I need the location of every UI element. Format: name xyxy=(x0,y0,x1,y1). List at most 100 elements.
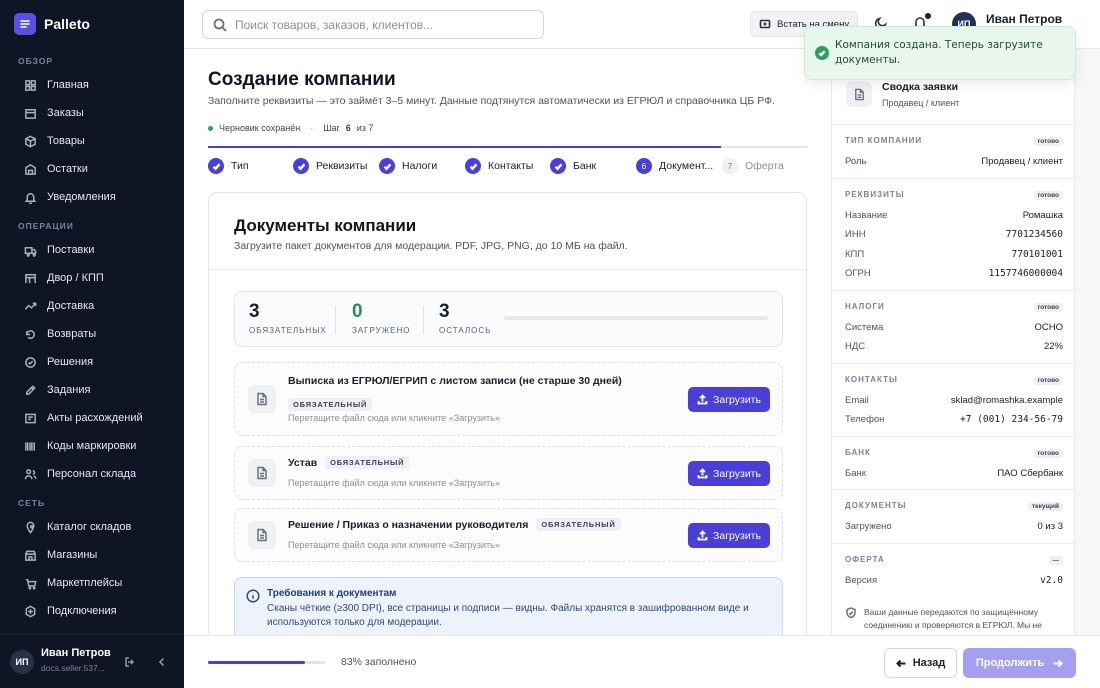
summary-subtitle: Продавец / клиент xyxy=(882,98,960,108)
sidebar-item[interactable]: Маркетплейсы xyxy=(24,573,122,593)
sidebar-item-icon xyxy=(24,192,37,204)
sidebar-item-icon xyxy=(25,79,36,91)
document-slot[interactable]: Решение / Приказ о назначении руководите… xyxy=(234,508,783,562)
summary-panel: Сводка заявки Продавец / клиент ТИП КОМП… xyxy=(831,49,1075,635)
summary-row: ИНН 7701234560 xyxy=(845,229,1063,240)
sidebar-item[interactable]: Каталог складов xyxy=(24,517,131,537)
main-content: Создание компании Заполните реквизиты — … xyxy=(184,49,831,688)
summary-key: НДС xyxy=(845,341,866,352)
sidebar-item[interactable]: Товары xyxy=(24,131,85,151)
sidebar-item[interactable]: Возвраты xyxy=(24,324,96,344)
step-number: 7 xyxy=(722,158,738,174)
upload-button[interactable]: Загрузить xyxy=(688,523,770,548)
summary-section: РЕКВИЗИТЫ готово Название Ромашка ИНН 7701234… xyxy=(832,177,1074,290)
sidebar-item[interactable]: Заказы xyxy=(24,103,84,123)
stat-uploaded: 0 ЗАГРУЖЕНО xyxy=(352,301,410,335)
sidebar-item[interactable]: Задания xyxy=(24,380,90,400)
collapse-sidebar-icon[interactable] xyxy=(156,656,168,668)
document-slot[interactable]: Устав ОБЯЗАТЕЛЬНЫЙ Перетащите файл сюда … xyxy=(234,446,783,500)
notification-dot xyxy=(925,13,931,19)
required-badge: ОБЯЗАТЕЛЬНЫЙ xyxy=(536,518,621,531)
upload-icon xyxy=(697,530,708,541)
divider xyxy=(209,269,806,270)
stat-value: 0 xyxy=(352,301,363,322)
upload-progress-bar xyxy=(504,316,768,320)
upload-button[interactable]: Загрузить xyxy=(688,461,770,486)
summary-row: Роль Продавец / клиент xyxy=(845,156,1063,167)
summary-value: 7701234560 xyxy=(1005,229,1063,240)
sidebar-item[interactable]: Коды маркировки xyxy=(24,436,136,456)
summary-value: 770101001 xyxy=(1011,248,1063,260)
stepper-step[interactable]: Реквизиты xyxy=(293,158,367,174)
logo[interactable]: Palleto xyxy=(14,13,90,35)
upload-button[interactable]: Загрузить xyxy=(688,387,770,412)
summary-section: БАНК готово Банк ПАО Сбербанк xyxy=(832,435,1074,490)
sidebar: Palleto ОБЗОР Главная Заказы Товары Остатки У… xyxy=(0,0,184,688)
check-icon xyxy=(293,158,309,174)
status-badge: готово xyxy=(1033,375,1063,385)
sidebar-item[interactable]: Акты расхождений xyxy=(24,408,143,428)
document-name: Устав xyxy=(288,456,318,469)
summary-section-title: РЕКВИЗИТЫ xyxy=(845,189,905,199)
header-user-name[interactable]: Иван Петров xyxy=(986,12,1062,26)
sidebar-item-icon xyxy=(26,329,35,339)
document-icon xyxy=(846,81,872,107)
sidebar-item-label: Остатки xyxy=(47,163,88,175)
completion-text: 83% заполнено xyxy=(341,656,417,668)
stepper-step[interactable]: 6 Документ... xyxy=(636,158,713,174)
stepper-step[interactable]: 7 Оферта xyxy=(722,158,784,174)
document-icon xyxy=(248,521,276,549)
sidebar-item[interactable]: Главная xyxy=(24,75,89,95)
sidebar-item[interactable]: Персонал склада xyxy=(24,464,136,484)
document-title-row: Решение / Приказ о назначении руководите… xyxy=(288,518,621,531)
sidebar-item-icon xyxy=(26,384,36,395)
stepper-progress xyxy=(208,146,721,148)
search-box[interactable] xyxy=(202,10,544,39)
stepper-step[interactable]: Банк xyxy=(550,158,596,174)
step-prefix: Шаг xyxy=(323,123,340,133)
logout-icon[interactable] xyxy=(124,656,136,668)
check-icon xyxy=(465,158,481,174)
avatar[interactable]: ИП xyxy=(10,650,34,674)
sidebar-item[interactable]: Магазины xyxy=(24,545,97,565)
back-button[interactable]: Назад xyxy=(884,648,957,678)
sidebar-item[interactable]: Доставка xyxy=(24,296,94,316)
sidebar-item-label: Возвраты xyxy=(47,328,97,340)
summary-section: ТИП КОМПАНИИ готово Роль Продавец / клиент xyxy=(832,124,1074,178)
sidebar-item-label: Доставка xyxy=(47,300,95,312)
security-note: Ваши данные передаются по защищённому со… xyxy=(845,606,1074,632)
stepper-step[interactable]: Тип xyxy=(208,158,249,174)
continue-button[interactable]: Продолжить xyxy=(963,648,1076,678)
drop-hint: Перетащите файл сюда или кликните «Загру… xyxy=(288,540,500,550)
summary-row: Система ОСНО xyxy=(845,322,1063,333)
success-toast[interactable]: Компания создана. Теперь загрузите докум… xyxy=(804,26,1076,80)
stat-required: 3 ОБЯЗАТЕЛЬНЫХ xyxy=(249,301,327,335)
stepper-step[interactable]: Контакты xyxy=(465,158,533,174)
sidebar-item[interactable]: Поставки xyxy=(24,240,94,260)
toast-text: Компания создана. Теперь загрузите докум… xyxy=(835,39,1043,66)
summary-key: Версия xyxy=(845,574,878,586)
upload-button-label: Загрузить xyxy=(713,467,761,480)
page-subtitle: Заполните реквизиты — это займёт 3–5 мин… xyxy=(208,95,776,107)
summary-value: Ромашка xyxy=(1022,209,1063,221)
upload-stats: 3 ОБЯЗАТЕЛЬНЫХ 0 ЗАГРУЖЕНО 3 ОСТАЛОСЬ xyxy=(234,291,783,347)
draft-status: Черновик сохранён · Шаг 6 из 7 xyxy=(208,123,373,133)
search-input[interactable] xyxy=(235,17,535,32)
requirements-text: Сканы чёткие (≥300 DPI), все страницы и … xyxy=(267,603,749,628)
sidebar-item[interactable]: Подключения xyxy=(24,601,117,621)
sidebar-user: ИП Иван Петров docs.seller.537... xyxy=(0,634,184,688)
stepper-step[interactable]: Налоги xyxy=(379,158,437,174)
summary-value: sklad@romashka.example xyxy=(950,394,1063,406)
document-slot[interactable]: Выписка из ЕГРЮЛ/ЕГРИП с листом записи (… xyxy=(234,362,783,436)
stepper-step-label: Оферта xyxy=(745,160,784,172)
sidebar-item[interactable]: Двор / КПП xyxy=(24,268,104,288)
stat-label: ОСТАЛОСЬ xyxy=(439,326,492,335)
stat-label: ЗАГРУЖЕНО xyxy=(352,326,411,335)
sidebar-item-label: Акты расхождений xyxy=(47,412,143,424)
sidebar-item[interactable]: Уведомления xyxy=(24,187,116,207)
documents-card: Документы компании Загрузите пакет докум… xyxy=(208,192,807,688)
sidebar-item[interactable]: Решения xyxy=(24,352,93,372)
summary-row: Загружено 0 из 3 xyxy=(845,521,1063,532)
summary-value: v2.0 xyxy=(1040,574,1063,586)
sidebar-item[interactable]: Остатки xyxy=(24,159,88,179)
